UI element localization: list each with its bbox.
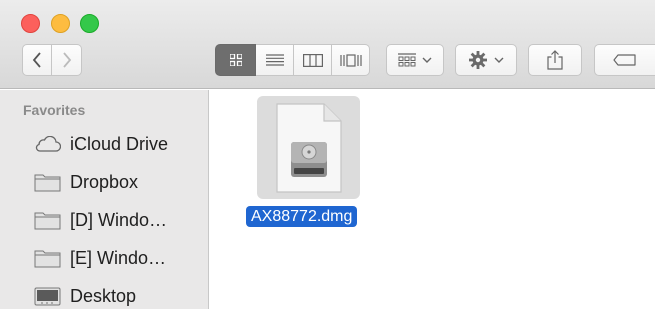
icon-view-icon [229,54,242,66]
column-view-button[interactable] [294,44,332,76]
sidebar-item-d-windows[interactable]: [D] Windo… [34,207,167,233]
forward-button[interactable] [52,44,82,76]
tags-button[interactable] [594,44,655,76]
arrange-button[interactable] [386,44,444,76]
sidebar-item-icloud-drive[interactable]: iCloud Drive [34,131,168,157]
cover-flow-view-button[interactable] [332,44,370,76]
desktop-icon [34,287,61,306]
zoom-window-button[interactable] [80,14,99,33]
folder-icon [34,250,61,268]
file-item-thumbnail[interactable] [257,96,360,199]
sidebar-heading-favorites: Favorites [23,102,86,118]
tag-icon [613,54,636,66]
cloud-icon [35,136,61,152]
folder-icon [34,174,61,192]
chevron-down-icon [494,57,504,63]
navigation-buttons [22,44,82,76]
finder-window: Favorites iCloud Drive Dropbox [D] Windo… [0,0,655,309]
file-item-name[interactable]: AX88772.dmg [246,206,358,227]
chevron-down-icon [422,57,432,63]
list-view-button[interactable] [256,44,294,76]
sidebar-item-label: Dropbox [70,171,139,192]
sidebar-item-label: Desktop [70,285,137,306]
list-view-icon [265,54,284,66]
chevron-right-icon [62,52,71,68]
action-button[interactable] [455,44,517,76]
sidebar-item-dropbox[interactable]: Dropbox [34,169,138,195]
toolbar [0,0,655,89]
sidebar-item-e-windows[interactable]: [E] Windo… [34,245,166,271]
sidebar-item-label: [E] Windo… [70,247,167,268]
file-browser-content: AX88772.dmg [210,90,655,309]
folder-icon [34,212,61,230]
minimize-window-button[interactable] [51,14,70,33]
disk-image-icon [275,102,342,193]
share-icon [547,50,563,70]
column-view-icon [302,53,323,67]
arrange-icon [398,53,416,67]
sidebar-item-label: iCloud Drive [70,133,169,154]
sidebar-item-desktop[interactable]: Desktop [34,283,136,309]
gear-icon [469,51,487,69]
share-button[interactable] [528,44,582,76]
chevron-left-icon [32,52,41,68]
sidebar-item-label: [D] Windo… [70,209,168,230]
cover-flow-icon [339,53,362,67]
close-window-button[interactable] [21,14,40,33]
back-button[interactable] [22,44,52,76]
view-mode-control [215,44,370,76]
icon-view-button[interactable] [215,44,256,76]
sidebar: Favorites iCloud Drive Dropbox [D] Windo… [0,90,209,309]
